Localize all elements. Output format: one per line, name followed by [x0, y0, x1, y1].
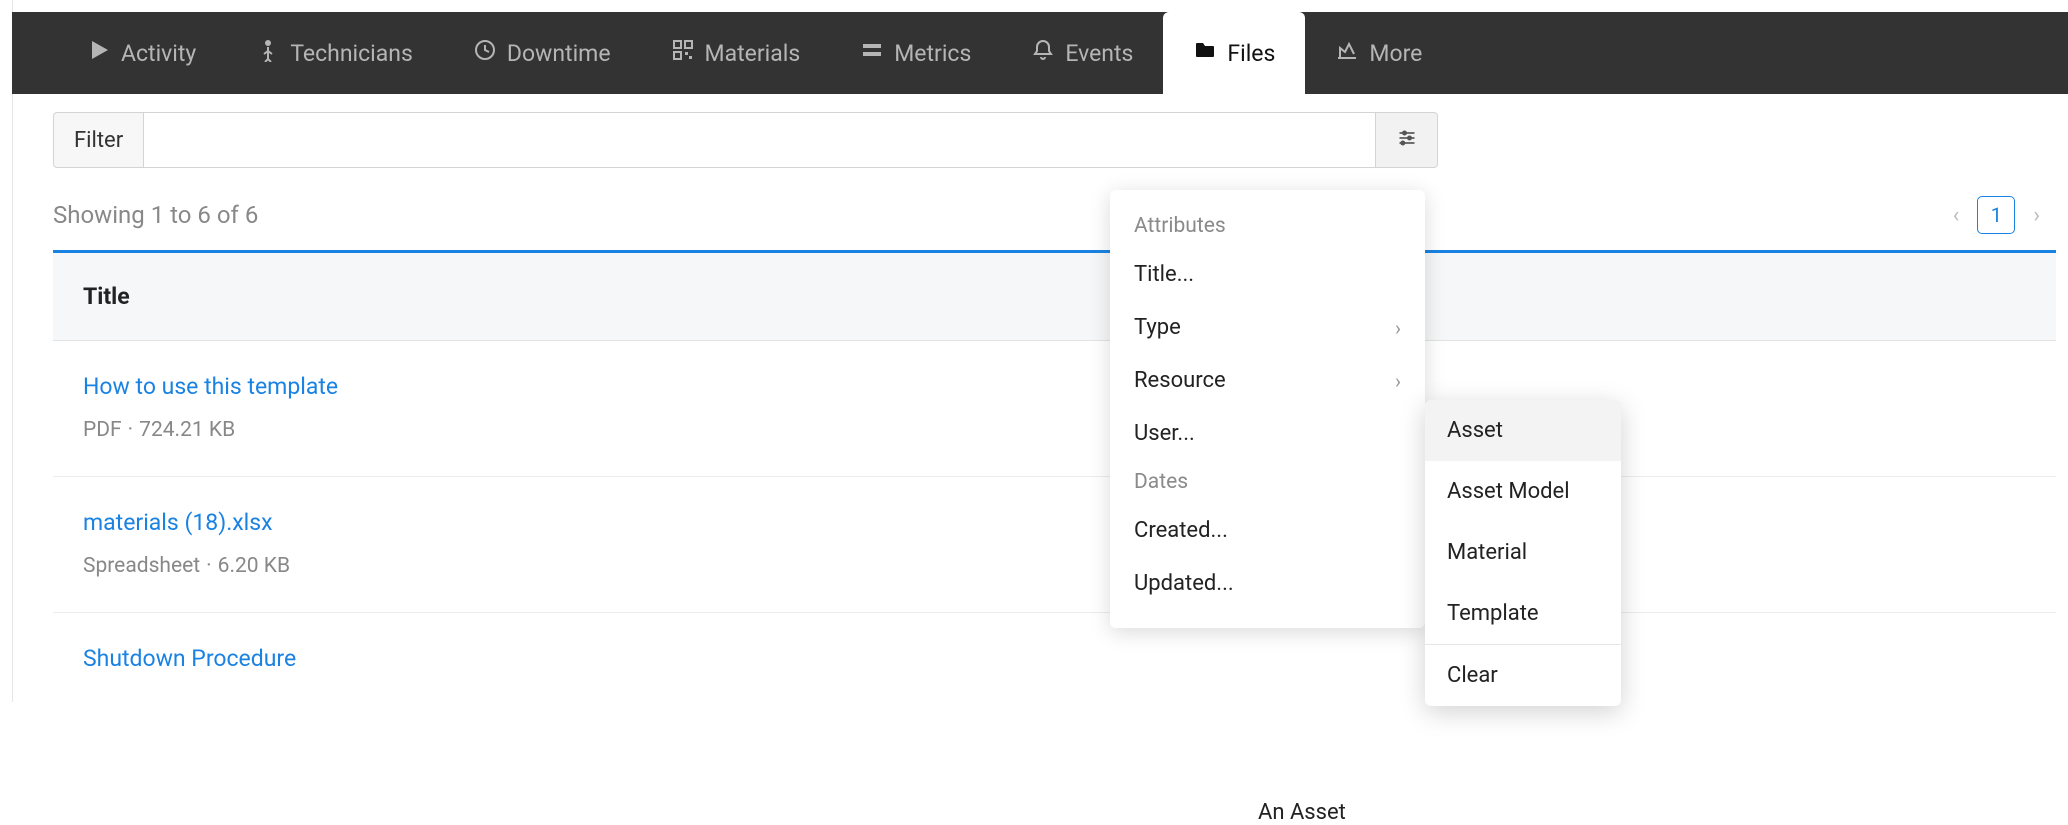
folder-icon	[1193, 38, 1217, 68]
attr-created[interactable]: Created...	[1110, 504, 1425, 557]
partial-text: An Asset	[1258, 800, 1346, 825]
dropdown-header: Dates	[1110, 460, 1425, 504]
tab-files[interactable]: Files	[1163, 12, 1305, 94]
page-next[interactable]: ›	[2029, 203, 2044, 228]
metrics-icon	[860, 38, 884, 68]
file-row: materials (18).xlsx Spreadsheet·6.20 KB	[53, 477, 2056, 613]
attr-updated[interactable]: Updated...	[1110, 557, 1425, 610]
resource-material[interactable]: Material	[1425, 522, 1621, 583]
attr-title[interactable]: Title...	[1110, 248, 1425, 301]
page-prev[interactable]: ‹	[1949, 203, 1964, 228]
chevron-right-icon: ›	[1395, 369, 1401, 393]
tab-label: More	[1369, 40, 1422, 67]
tab-label: Technicians	[290, 40, 413, 67]
tab-label: Metrics	[894, 40, 971, 67]
tab-events[interactable]: Events	[1001, 12, 1163, 94]
tab-bar: Activity Technicians Downtime Materials …	[12, 12, 2068, 94]
qr-icon	[671, 38, 695, 68]
resource-asset-model[interactable]: Asset Model	[1425, 461, 1621, 522]
tab-activity[interactable]: Activity	[57, 12, 226, 94]
file-meta: Spreadsheet·6.20 KB	[83, 554, 2026, 578]
file-meta: PDF·724.21 KB	[83, 418, 2026, 442]
resource-clear[interactable]: Clear	[1425, 645, 1621, 706]
file-link[interactable]: materials (18).xlsx	[83, 509, 273, 536]
tab-technicians[interactable]: Technicians	[226, 12, 443, 94]
tab-more[interactable]: More	[1305, 12, 1452, 94]
file-row: Shutdown Procedure	[53, 613, 2056, 702]
clock-icon	[473, 38, 497, 68]
file-row: How to use this template PDF·724.21 KB	[53, 341, 2056, 477]
tab-label: Materials	[705, 40, 801, 67]
tab-label: Activity	[121, 40, 196, 67]
tab-label: Files	[1227, 40, 1275, 67]
filter-settings-button[interactable]	[1376, 112, 1438, 168]
resource-template[interactable]: Template	[1425, 583, 1621, 644]
page-number[interactable]: 1	[1977, 196, 2015, 234]
attr-resource[interactable]: Resource ›	[1110, 354, 1425, 407]
bell-icon	[1031, 38, 1055, 68]
attr-type[interactable]: Type ›	[1110, 301, 1425, 354]
attributes-dropdown: Attributes Title... Type › Resource › Us…	[1110, 190, 1425, 628]
file-link[interactable]: How to use this template	[83, 373, 338, 400]
file-size: 6.20 KB	[218, 554, 290, 578]
play-icon	[87, 38, 111, 68]
file-type: PDF	[83, 418, 122, 442]
tab-label: Downtime	[507, 40, 611, 67]
file-link[interactable]: Shutdown Procedure	[83, 645, 296, 672]
pagination: ‹ 1 ›	[1949, 196, 2044, 234]
chart-icon	[1335, 38, 1359, 68]
filter-label: Filter	[53, 112, 143, 168]
file-size: 724.21 KB	[139, 418, 235, 442]
chevron-right-icon: ›	[1395, 316, 1401, 340]
sliders-icon	[1397, 128, 1417, 152]
tab-materials[interactable]: Materials	[641, 12, 831, 94]
filter-input[interactable]	[143, 112, 1376, 168]
column-header-title[interactable]: Title	[53, 250, 2056, 341]
filter-bar: Filter	[53, 112, 1438, 168]
tab-metrics[interactable]: Metrics	[830, 12, 1001, 94]
showing-text: Showing 1 to 6 of 6	[53, 201, 258, 229]
resource-asset[interactable]: Asset	[1425, 400, 1621, 461]
tab-label: Events	[1065, 40, 1133, 67]
attr-user[interactable]: User...	[1110, 407, 1425, 460]
file-type: Spreadsheet	[83, 554, 200, 578]
person-icon	[256, 38, 280, 68]
tab-downtime[interactable]: Downtime	[443, 12, 641, 94]
dropdown-header: Attributes	[1110, 204, 1425, 248]
resource-submenu: Asset Asset Model Material Template Clea…	[1425, 400, 1621, 706]
